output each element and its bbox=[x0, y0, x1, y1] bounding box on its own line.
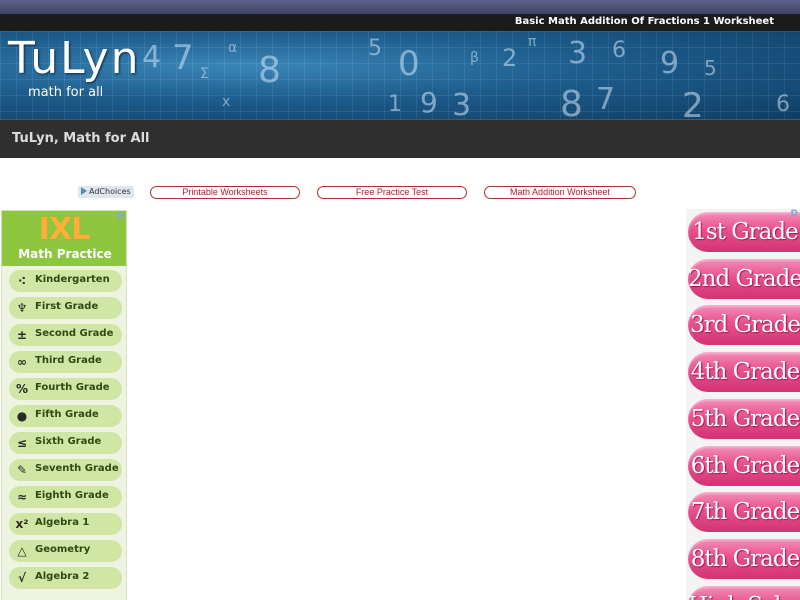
ixl-item-label: Second Grade bbox=[35, 328, 114, 339]
apple-icon: ● bbox=[16, 409, 28, 423]
banner-symbol: x bbox=[222, 94, 231, 110]
ixl-item-kindergarten[interactable]: ⁖ Kindergarten bbox=[9, 270, 122, 292]
site-subtitle: TuLyn, Math for All bbox=[12, 131, 150, 146]
pencil-cup-icon: ♆ bbox=[16, 301, 28, 315]
ixl-item-label: Fifth Grade bbox=[35, 409, 99, 420]
less-equal-icon: ≤ bbox=[16, 436, 28, 450]
banner-symbol: 3 bbox=[452, 88, 472, 119]
grade-button-high-school[interactable]: High School bbox=[688, 585, 800, 600]
ixl-item-sixth-grade[interactable]: ≤ Sixth Grade bbox=[9, 432, 122, 454]
banner-symbol: β bbox=[470, 50, 479, 66]
ixl-item-label: Eighth Grade bbox=[35, 490, 109, 501]
ixl-item-label: Algebra 1 bbox=[35, 517, 90, 528]
banner-symbol: 5 bbox=[368, 36, 382, 61]
ixl-item-label: Geometry bbox=[35, 544, 91, 555]
adchoices-label: AdChoices bbox=[89, 187, 131, 196]
ixl-item-geometry[interactable]: △ Geometry bbox=[9, 540, 122, 562]
grade-button-2nd-grade[interactable]: 2nd Grade bbox=[688, 258, 800, 299]
banner-symbol: α bbox=[228, 40, 238, 56]
ixl-item-label: First Grade bbox=[35, 301, 99, 312]
dots-icon: ⁖ bbox=[17, 274, 27, 288]
percent-icon: % bbox=[15, 382, 29, 396]
ixl-item-first-grade[interactable]: ♆ First Grade bbox=[9, 297, 122, 319]
banner-symbol: 5 bbox=[704, 56, 717, 80]
grade-button-4th-grade[interactable]: 4th Grade bbox=[688, 352, 800, 393]
page-title: Basic Math Addition Of Fractions 1 Works… bbox=[514, 16, 774, 27]
ixl-item-second-grade[interactable]: ± Second Grade bbox=[9, 324, 122, 346]
plus-minus-icon: ± bbox=[16, 328, 28, 342]
ixl-ad[interactable]: IXL Math Practice D ⁖ Kindergarten ♆ First … bbox=[1, 210, 127, 600]
approx-icon: ≈ bbox=[16, 490, 28, 504]
ixl-subtitle: Math Practice bbox=[18, 247, 112, 261]
ixl-item-algebra-2[interactable]: √ Algebra 2 bbox=[9, 567, 122, 589]
banner-symbol: 6 bbox=[776, 92, 790, 117]
ixl-item-third-grade[interactable]: ∞ Third Grade bbox=[9, 351, 122, 373]
adchoices-icon bbox=[81, 187, 87, 195]
ixl-logo: IXL bbox=[38, 212, 90, 247]
x-squared-icon: x² bbox=[15, 517, 29, 531]
ixl-item-label: Fourth Grade bbox=[35, 382, 110, 393]
ixl-item-seventh-grade[interactable]: ✎ Seventh Grade bbox=[9, 459, 122, 481]
banner-symbol: 2 bbox=[682, 86, 704, 119]
grade-button-6th-grade[interactable]: 6th Grade bbox=[688, 445, 800, 486]
banner-symbol: 3 bbox=[568, 36, 588, 71]
adchoices-badge[interactable]: AdChoices bbox=[78, 186, 134, 198]
banner-symbol: 7 bbox=[172, 38, 194, 78]
banner-symbol: 6 bbox=[612, 38, 626, 63]
link-math-addition-worksheet[interactable]: Math Addition Worksheet bbox=[484, 186, 636, 199]
ad-info-icon[interactable]: D bbox=[117, 212, 124, 222]
link-free-practice-test[interactable]: Free Practice Test bbox=[317, 186, 467, 199]
grade-button-8th-grade[interactable]: 8th Grade bbox=[688, 538, 800, 579]
site-logo[interactable]: TuLyn math for all bbox=[8, 33, 141, 101]
ixl-header: IXL Math Practice bbox=[2, 211, 126, 266]
subtitle-bar: TuLyn, Math for All bbox=[0, 119, 800, 158]
banner-symbol: 9 bbox=[660, 46, 680, 81]
logo-text: TuLyn bbox=[8, 33, 141, 84]
banner-symbol: Σ bbox=[200, 66, 209, 82]
logo-tagline: math for all bbox=[28, 85, 104, 100]
header-banner: 47α850β2π3695Σ19387x26 TuLyn math for al… bbox=[0, 31, 800, 119]
banner-symbol: 4 bbox=[142, 40, 162, 75]
ixl-item-eighth-grade[interactable]: ≈ Eighth Grade bbox=[9, 486, 122, 508]
title-bar: Basic Math Addition Of Fractions 1 Works… bbox=[0, 14, 800, 31]
banner-symbol: 9 bbox=[420, 86, 438, 119]
grade-button-3rd-grade[interactable]: 3rd Grade bbox=[688, 305, 800, 346]
ixl-item-fifth-grade[interactable]: ● Fifth Grade bbox=[9, 405, 122, 427]
ixl-item-label: Seventh Grade bbox=[35, 463, 119, 474]
infinity-icon: ∞ bbox=[17, 355, 27, 369]
grade-button-5th-grade[interactable]: 5th Grade bbox=[688, 398, 800, 439]
square-root-icon: √ bbox=[17, 571, 26, 585]
grade-ad[interactable]: 1st Grade 2nd Grade 3rd Grade 4th Grade 5th … bbox=[686, 209, 800, 600]
ixl-item-label: Sixth Grade bbox=[35, 436, 102, 447]
page: Basic Math Addition Of Fractions 1 Works… bbox=[0, 0, 800, 600]
grade-button-7th-grade[interactable]: 7th Grade bbox=[688, 492, 800, 533]
ixl-item-algebra-1[interactable]: x² Algebra 1 bbox=[9, 513, 122, 535]
ad-info-icon[interactable]: D bbox=[791, 209, 798, 219]
link-printable-worksheets[interactable]: Printable Worksheets bbox=[150, 186, 300, 199]
banner-symbol: π bbox=[528, 34, 537, 50]
banner-symbol: 2 bbox=[502, 44, 518, 72]
banner-symbol: 0 bbox=[398, 44, 420, 84]
ixl-item-label: Kindergarten bbox=[35, 274, 110, 285]
banner-symbol: 7 bbox=[596, 82, 616, 117]
grade-button-1st-grade[interactable]: 1st Grade bbox=[688, 212, 800, 252]
banner-symbol: 8 bbox=[258, 50, 281, 91]
browser-top-strip bbox=[0, 0, 800, 14]
ixl-item-label: Algebra 2 bbox=[35, 571, 90, 582]
pencil-icon: ✎ bbox=[16, 463, 28, 477]
banner-symbol: 8 bbox=[560, 84, 583, 119]
ixl-item-label: Third Grade bbox=[35, 355, 102, 366]
ixl-item-fourth-grade[interactable]: % Fourth Grade bbox=[9, 378, 122, 400]
banner-symbol: 1 bbox=[388, 92, 402, 117]
triangle-icon: △ bbox=[17, 544, 27, 558]
